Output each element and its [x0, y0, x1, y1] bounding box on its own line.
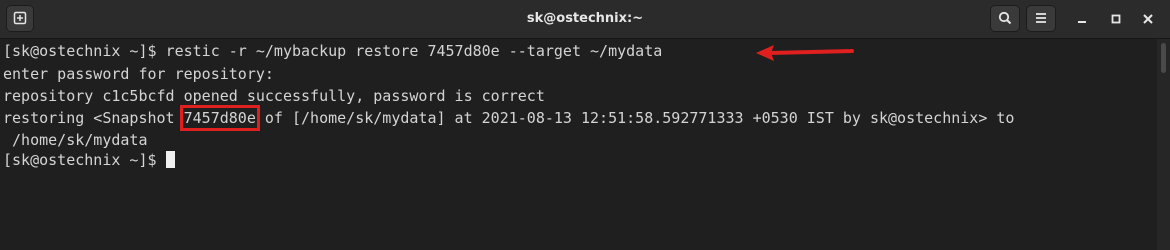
shell-prompt: [sk@ostechnix ~]$ [3, 42, 166, 60]
vertical-scrollbar[interactable] [1157, 39, 1170, 250]
close-button[interactable] [1135, 6, 1161, 32]
minimize-icon [1078, 21, 1086, 23]
terminal-line-prompt: [sk@ostechnix ~]$ [3, 150, 175, 171]
search-button[interactable] [990, 5, 1020, 32]
maximize-button[interactable] [1103, 6, 1129, 32]
search-icon [998, 11, 1012, 25]
title-bar: sk@ostechnix:~ [0, 0, 1170, 39]
restoring-suffix: of [/home/sk/mydata] at 2021-08-13 12:51… [255, 109, 1015, 127]
terminal-output[interactable]: [sk@ostechnix ~]$ restic -r ~/mybackup r… [0, 39, 1157, 250]
command-text: restic -r ~/mybackup restore 7457d80e --… [165, 42, 663, 60]
terminal-line-restoring: restoring <Snapshot 7457d80e of [/home/s… [3, 105, 1015, 131]
annotation-arrow-icon [756, 45, 854, 61]
terminal-window: sk@ostechnix:~ [sk@ostechnix ~]$ restic … [0, 0, 1170, 250]
restoring-prefix: restoring <Snapshot [3, 109, 184, 127]
maximize-icon [1111, 14, 1121, 24]
minimize-button[interactable] [1069, 6, 1095, 32]
shell-prompt: [sk@ostechnix ~]$ [3, 151, 166, 169]
hamburger-menu-icon [1036, 13, 1046, 23]
terminal-line-password-prompt: enter password for repository: [3, 65, 274, 83]
terminal-line-command: [sk@ostechnix ~]$ restic -r ~/mybackup r… [3, 41, 662, 62]
menu-button[interactable] [1026, 5, 1056, 32]
scrollbar-thumb[interactable] [1161, 43, 1166, 73]
terminal-line-repository-status: repository c1c5bcfd opened successfully,… [3, 87, 545, 105]
close-icon [1143, 14, 1153, 24]
text-cursor [165, 151, 175, 168]
snapshot-id-highlight: 7457d80e [179, 105, 260, 131]
terminal-line-target-path: /home/sk/mydata [3, 131, 148, 149]
